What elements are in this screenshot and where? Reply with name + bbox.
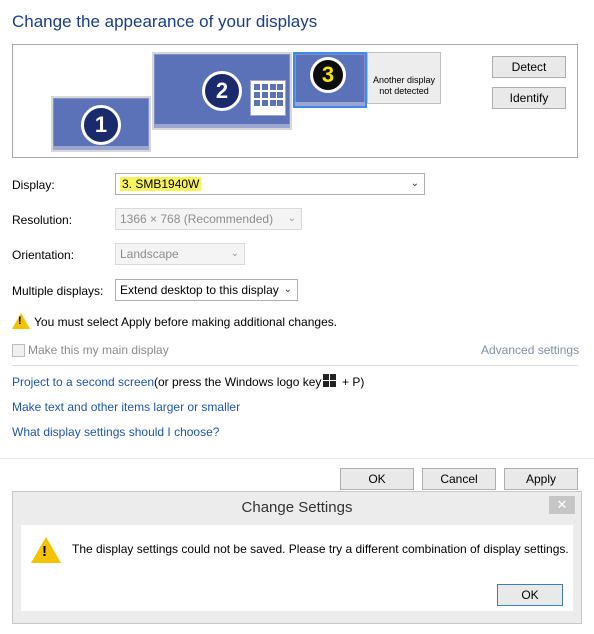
chevron-down-icon: ⌄ xyxy=(287,213,296,224)
cancel-button[interactable]: Cancel xyxy=(422,468,496,490)
chevron-down-icon: ⌄ xyxy=(410,178,419,189)
project-shortcut-suffix: + P) xyxy=(342,375,365,389)
apply-button[interactable]: Apply xyxy=(504,468,578,490)
chevron-down-icon: ⌄ xyxy=(230,248,239,259)
dialog-message: The display settings could not be saved.… xyxy=(72,542,569,556)
taskbar xyxy=(295,102,365,106)
start-screen-icon xyxy=(250,80,286,116)
project-second-screen-link[interactable]: Project to a second screen xyxy=(12,375,154,389)
monitor-number: 1 xyxy=(81,105,121,145)
warning-text: You must select Apply before making addi… xyxy=(34,315,338,329)
dialog-ok-button[interactable]: OK xyxy=(497,584,563,606)
monitor-number: 2 xyxy=(202,71,242,111)
display-arrangement-preview: 1 2 3 Another display not detected Detec… xyxy=(12,44,578,158)
monitor-number: 3 xyxy=(310,57,346,93)
taskbar xyxy=(53,146,149,150)
dialog-body: ! The display settings could not be save… xyxy=(21,525,573,611)
display-select-value: 3. SMB1940W xyxy=(120,177,202,191)
project-shortcut-prefix: (or press the Windows logo key xyxy=(154,375,322,389)
resolution-select[interactable]: 1366 × 768 (Recommended) ⌄ xyxy=(115,208,302,230)
resolution-select-value: 1366 × 768 (Recommended) xyxy=(120,212,274,226)
ok-button[interactable]: OK xyxy=(340,468,414,490)
identify-button[interactable]: Identify xyxy=(492,87,566,109)
display-select[interactable]: 3. SMB1940W ⌄ xyxy=(115,173,425,195)
main-display-checkbox[interactable] xyxy=(12,344,25,357)
footer-divider xyxy=(0,458,594,459)
orientation-select-value: Landscape xyxy=(120,247,179,261)
warning-icon: ! xyxy=(12,313,30,329)
not-detected-display[interactable]: Another display not detected xyxy=(367,52,441,104)
monitor-3[interactable]: 3 xyxy=(293,52,367,108)
change-settings-dialog: Change Settings ✕ ! The display settings… xyxy=(12,491,582,624)
multiple-displays-label: Multiple displays: xyxy=(12,284,104,298)
dialog-title: Change Settings xyxy=(241,499,353,516)
advanced-settings-link[interactable]: Advanced settings xyxy=(481,343,579,357)
monitor-1[interactable]: 1 xyxy=(51,96,151,152)
monitor-2[interactable]: 2 xyxy=(152,52,292,130)
display-settings-help-link[interactable]: What display settings should I choose? xyxy=(12,425,219,439)
orientation-label: Orientation: xyxy=(12,248,75,262)
close-icon[interactable]: ✕ xyxy=(549,496,575,514)
resolution-label: Resolution: xyxy=(12,213,73,227)
detect-button[interactable]: Detect xyxy=(492,56,566,78)
chevron-down-icon: ⌄ xyxy=(283,284,292,295)
warning-icon: ! xyxy=(31,537,61,563)
page-title: Change the appearance of your displays xyxy=(12,12,318,31)
display-label: Display: xyxy=(12,178,55,192)
divider xyxy=(12,365,578,366)
windows-logo-icon xyxy=(323,374,337,388)
multiple-displays-select[interactable]: Extend desktop to this display ⌄ xyxy=(115,279,298,301)
multiple-displays-select-value: Extend desktop to this display xyxy=(120,283,279,297)
main-display-label: Make this my main display xyxy=(28,343,169,357)
taskbar xyxy=(154,124,290,128)
text-size-link[interactable]: Make text and other items larger or smal… xyxy=(12,400,240,414)
orientation-select[interactable]: Landscape ⌄ xyxy=(115,243,245,265)
